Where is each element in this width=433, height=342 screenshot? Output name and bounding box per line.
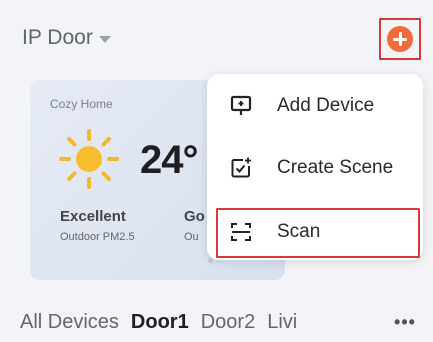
add-menu-popup: Add Device Create Scene Scan <box>207 74 423 260</box>
menu-item-create-scene[interactable]: Create Scene <box>207 140 423 196</box>
tab-all-devices[interactable]: All Devices <box>20 311 119 334</box>
menu-item-label: Add Device <box>277 95 375 116</box>
more-icon[interactable]: ••• <box>387 305 423 339</box>
tab-door1[interactable]: Door1 <box>131 311 189 334</box>
card-title: Cozy Home <box>50 97 113 111</box>
home-selector[interactable]: IP Door <box>22 20 111 56</box>
air-quality-label: Outdoor PM2.5 <box>60 231 135 243</box>
tab-door2[interactable]: Door2 <box>201 311 255 334</box>
add-button-highlight[interactable] <box>379 18 421 60</box>
second-metric-value: Go <box>184 208 205 225</box>
sun-icon <box>59 129 119 189</box>
add-device-icon <box>230 95 252 115</box>
air-quality-value: Excellent <box>60 208 126 225</box>
menu-item-label: Create Scene <box>277 157 394 178</box>
home-name: IP Door <box>22 26 93 49</box>
create-scene-icon <box>231 157 251 178</box>
plus-circle-icon[interactable] <box>387 26 413 52</box>
menu-item-add-device[interactable]: Add Device <box>207 78 423 134</box>
temperature: 24° <box>140 138 198 182</box>
scan-highlight <box>216 208 420 258</box>
tab-living[interactable]: Livi <box>267 311 297 334</box>
tab-fade <box>357 305 387 339</box>
second-metric-label: Ou <box>184 231 199 243</box>
caret-down-icon <box>98 36 111 43</box>
